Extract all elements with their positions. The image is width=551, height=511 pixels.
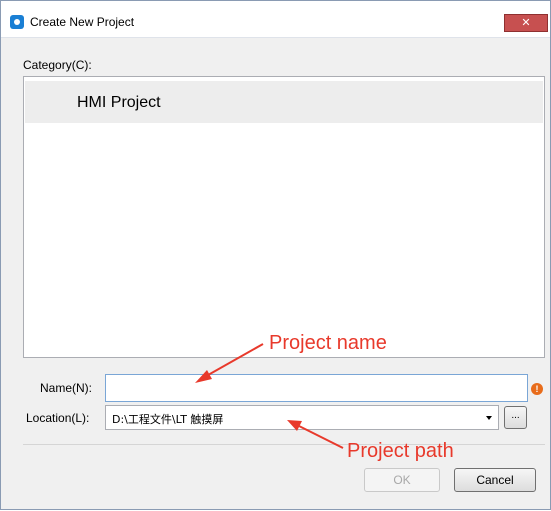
location-label: Location(L): [26,411,90,425]
category-label: Category(C): [23,58,92,72]
project-path-annotation: Project path [347,440,454,462]
category-item-label: HMI Project [77,94,161,111]
category-list[interactable]: HMI Project [23,76,545,358]
app-logo-icon [10,15,24,29]
window-title: Create New Project [30,15,135,29]
chevron-down-icon[interactable] [486,416,492,420]
project-name-annotation: Project name [269,332,387,354]
title-bar: Create New Project ✕ [1,1,550,38]
cancel-button[interactable]: Cancel [454,468,536,492]
location-value: D:\工程文件\LT 触摸屏 [112,413,224,426]
project-name-input[interactable] [105,374,528,402]
category-item-hmi-project[interactable]: HMI Project [25,81,543,123]
separator [23,444,545,445]
location-dropdown[interactable]: D:\工程文件\LT 触摸屏 [105,405,499,430]
ok-button[interactable]: OK [364,468,440,492]
create-project-dialog: Create New Project ✕ Category(C): HMI Pr… [0,0,551,510]
name-label: Name(N): [40,381,93,395]
error-icon: ! [531,383,543,395]
browse-button[interactable]: ... [504,406,527,429]
close-button[interactable]: ✕ [504,14,548,32]
